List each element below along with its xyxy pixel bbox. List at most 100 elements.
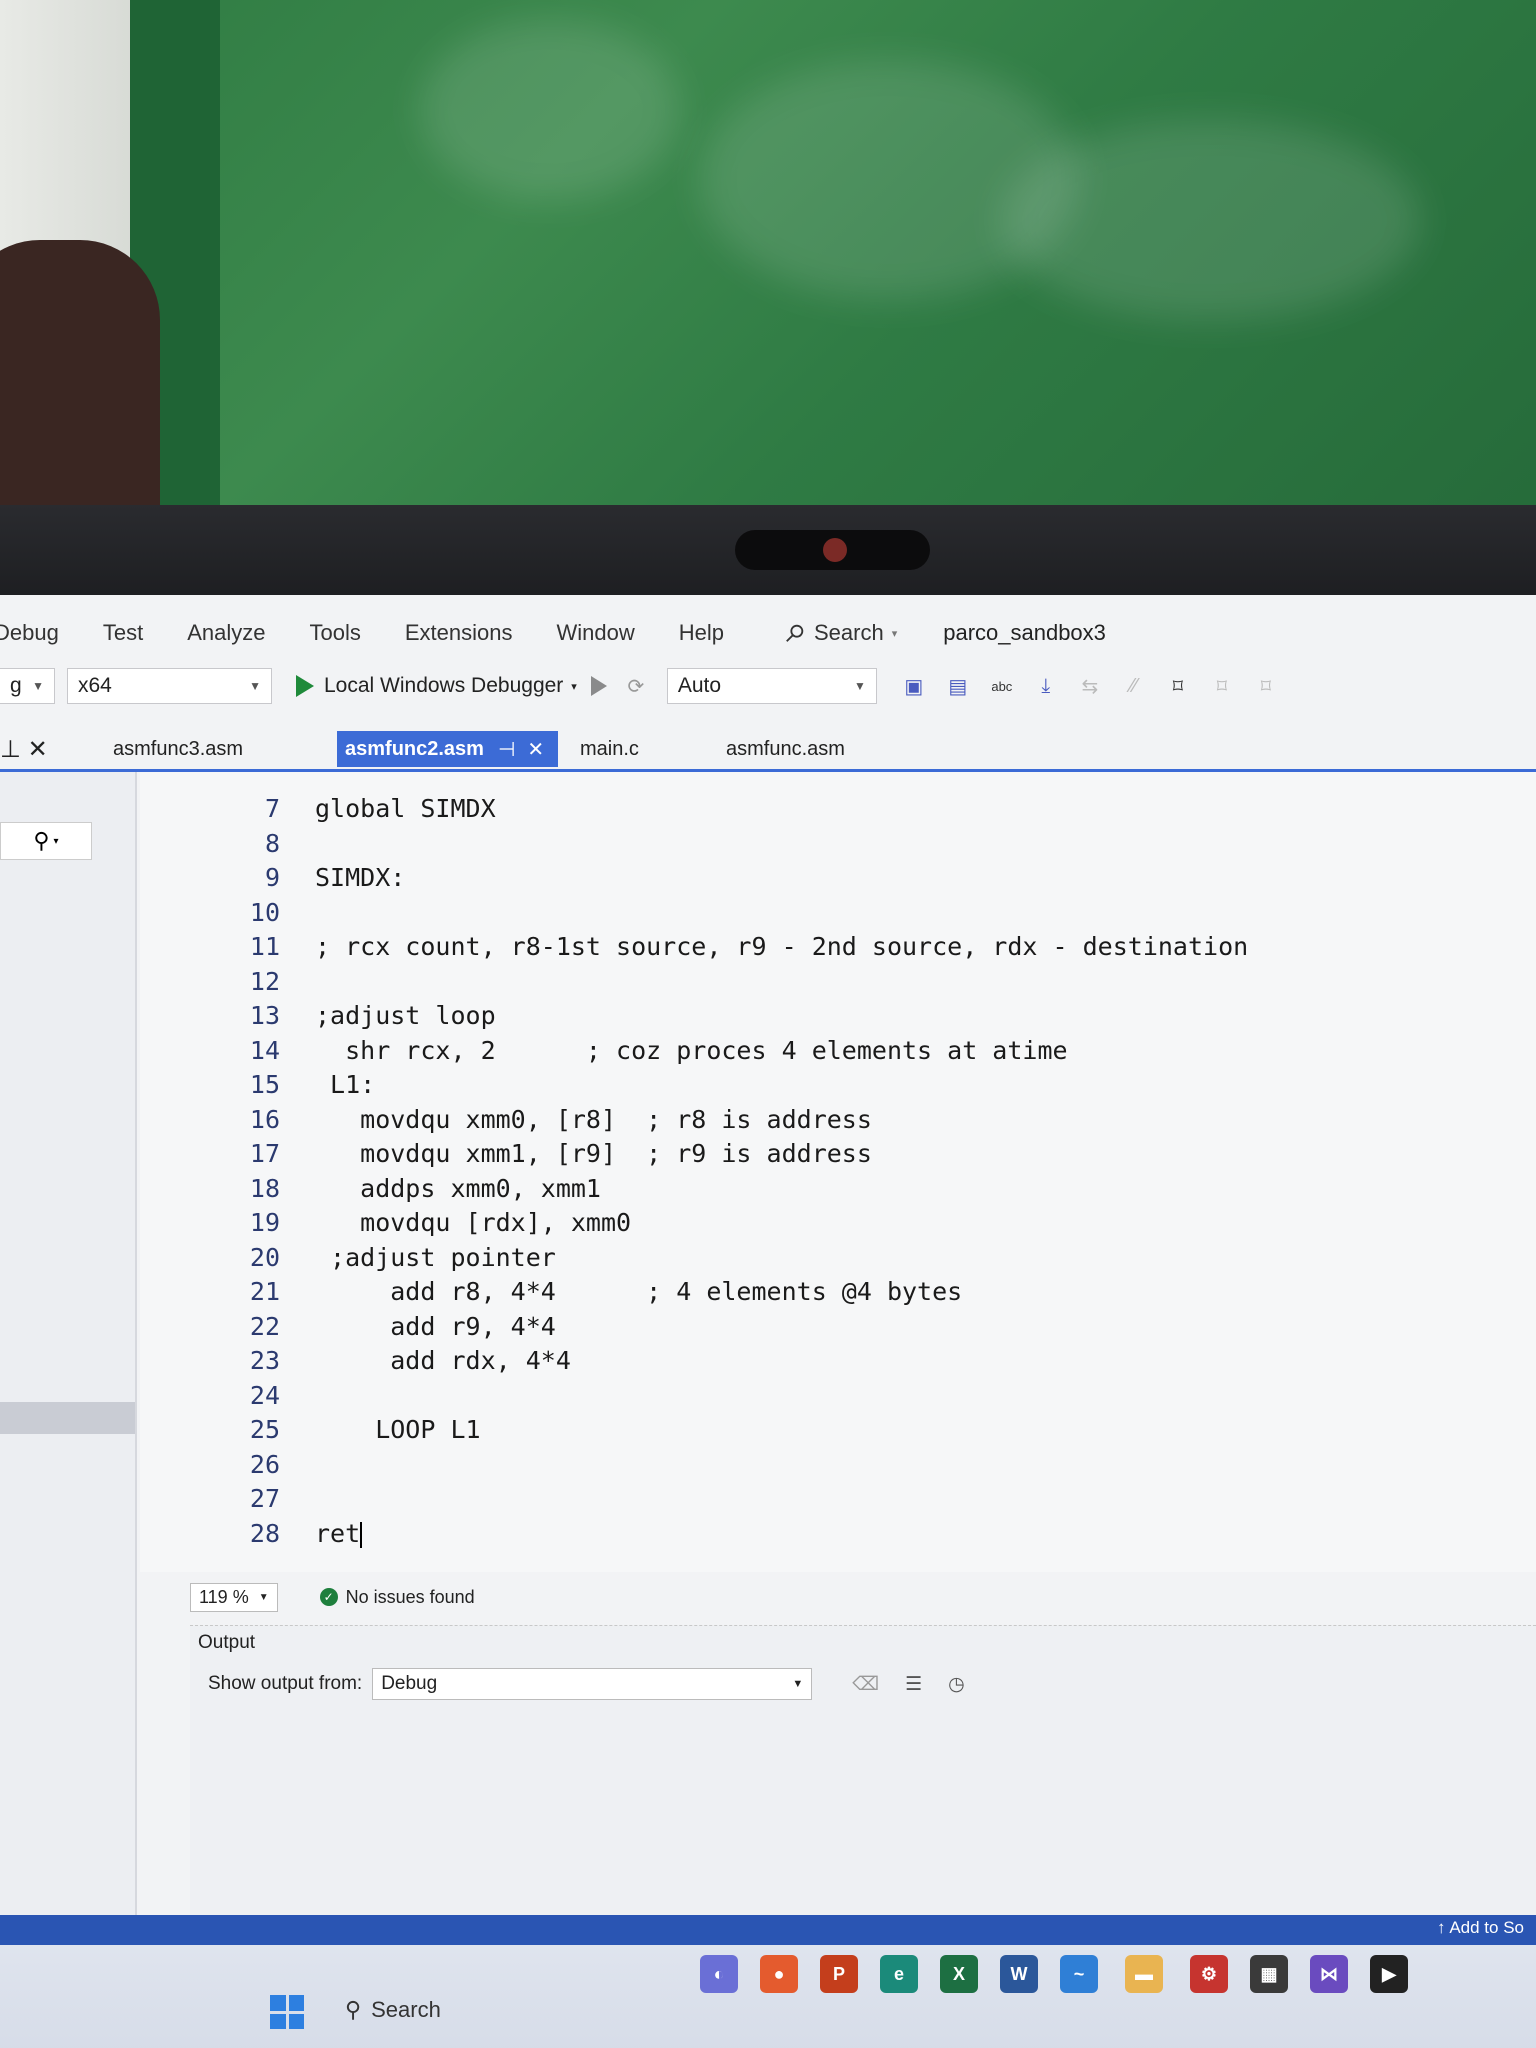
output-source-value: Debug <box>381 1673 438 1694</box>
menu-help[interactable]: Help <box>679 620 724 646</box>
bookmark-prev-icon[interactable]: ⌑ <box>1209 673 1235 699</box>
excel-icon[interactable]: X <box>940 1955 978 1993</box>
code-line[interactable] <box>315 1379 1248 1414</box>
auto-dropdown[interactable]: Auto ▼ <box>666 668 877 704</box>
code-line[interactable] <box>315 1448 1248 1483</box>
bookmark-next-icon[interactable]: ⌑ <box>1253 673 1279 699</box>
code-line[interactable] <box>315 827 1248 862</box>
tab-label: asmfunc3.asm <box>113 737 244 760</box>
line-number: 28 <box>249 1518 280 1548</box>
search-box[interactable]: Search ▾ <box>784 620 897 646</box>
search-icon: ⚲ <box>33 828 50 853</box>
code-line[interactable] <box>315 965 1248 1000</box>
word-icon[interactable]: W <box>1000 1955 1038 1993</box>
code-line[interactable]: ;adjust loop <box>315 999 1248 1034</box>
debugger-button[interactable]: Local Windows Debugger <box>324 674 563 698</box>
code-line[interactable]: SIMDX: <box>315 861 1248 896</box>
add-to-source-control[interactable]: ↑ Add to So <box>1437 1918 1524 1938</box>
zoom-dropdown[interactable]: 119 % ▼ <box>190 1582 278 1612</box>
pin-icon[interactable]: ⊣ <box>498 737 515 762</box>
code-line[interactable]: add r8, 4*4 ; 4 elements @4 bytes <box>315 1275 1248 1310</box>
code-line[interactable]: add rdx, 4*4 <box>315 1344 1248 1379</box>
chevron-down-icon: ▾ <box>891 627 898 640</box>
start-debugging-icon[interactable] <box>296 675 314 697</box>
teams-icon[interactable]: ◐ <box>700 1955 738 1993</box>
tab-asmfunc[interactable]: asmfunc.asm <box>718 731 853 767</box>
menu-test[interactable]: Test <box>103 620 143 646</box>
chalk-smudge <box>420 20 680 200</box>
tab-asmfunc3[interactable]: asmfunc3.asm <box>105 731 251 767</box>
document-tabstrip: ⊥ ✕ asmfunc3.asm asmfunc2.asm ⊣ ✕ main.c… <box>0 725 1536 772</box>
edge-icon[interactable]: e <box>880 1955 918 1993</box>
code-line[interactable]: ret <box>315 1517 1248 1552</box>
code-line[interactable]: ;adjust pointer <box>315 1241 1248 1276</box>
chart-app-icon[interactable]: ~ <box>1060 1955 1098 1993</box>
menu-debug[interactable]: Debug <box>0 620 59 646</box>
panel-search-button[interactable]: ⚲ ▾ <box>0 822 92 860</box>
platform-dropdown[interactable]: x64 ▼ <box>67 668 272 704</box>
clear-output-icon[interactable]: ⌫ <box>852 1673 879 1696</box>
start-without-debugging-icon[interactable] <box>590 676 607 696</box>
menu-analyze[interactable]: Analyze <box>187 620 265 646</box>
terminal-icon[interactable]: ▶ <box>1370 1955 1408 1993</box>
spell-check-label: abc <box>991 678 1013 694</box>
step-icon[interactable]: ⤓ <box>1033 673 1059 699</box>
chevron-down-icon: ▼ <box>249 679 261 693</box>
issues-status[interactable]: No issues found <box>346 1587 475 1608</box>
code-line[interactable]: LOOP L1 <box>315 1413 1248 1448</box>
configuration-dropdown[interactable]: g ▼ <box>0 668 55 704</box>
windows-start-icon[interactable] <box>270 1995 304 2029</box>
tab-main-c[interactable]: main.c <box>572 731 647 767</box>
code-line[interactable]: ; rcx count, r8-1st source, r9 - 2nd sou… <box>315 930 1248 965</box>
editor-status-bar: 119 % ▼ ✓ No issues found <box>190 1580 1536 1614</box>
code-line[interactable]: movdqu [rdx], xmm0 <box>315 1206 1248 1241</box>
bookmark-icon[interactable]: ⌑ <box>1165 673 1191 699</box>
auto-value: Auto <box>677 674 722 697</box>
settings-app-icon[interactable]: ⚙ <box>1190 1955 1228 1993</box>
menu-window[interactable]: Window <box>556 620 634 646</box>
wrap-icon[interactable]: ☰ <box>905 1673 922 1696</box>
folder-search-icon[interactable]: ▣ <box>901 673 927 699</box>
line-number: 22 <box>249 1311 280 1341</box>
window-layout-icon[interactable]: ▤ <box>945 673 971 699</box>
line-number: 7 <box>264 794 280 823</box>
visual-studio-icon[interactable]: ⋈ <box>1310 1955 1348 1993</box>
code-editor[interactable]: 7 8 9 10 11 12 13 14 15 16 17 18 19 20 21 22 23 24 25 26 27 2… <box>140 772 1536 1572</box>
code-line[interactable]: addps xmm0, xmm1 <box>315 1172 1248 1207</box>
powerpoint-icon[interactable]: P <box>820 1955 858 1993</box>
code-area[interactable]: global SIMDX SIMDX: ; rcx count, r8-1st so… <box>315 792 1248 1551</box>
line-number-gutter: 7 8 9 10 11 12 13 14 15 16 17 18 19 20 21 22 23 24 25 26 27 2… <box>210 792 280 1551</box>
selected-tree-item[interactable] <box>0 1402 135 1434</box>
spell-check-icon[interactable]: abc <box>989 673 1015 699</box>
tab-label: asmfunc.asm <box>726 737 845 760</box>
code-line[interactable]: movdqu xmm1, [r9] ; r9 is address <box>315 1137 1248 1172</box>
comment-icon[interactable]: ⁄⁄ <box>1121 673 1147 699</box>
menu-tools[interactable]: Tools <box>309 620 360 646</box>
search-icon: ⚲ <box>345 1997 362 2022</box>
code-line[interactable]: L1: <box>315 1068 1248 1103</box>
format-icon[interactable]: ⇆ <box>1077 673 1103 699</box>
close-icon[interactable]: ✕ <box>28 736 48 763</box>
menu-extensions[interactable]: Extensions <box>405 620 513 646</box>
file-explorer-icon[interactable]: ▬ <box>1125 1955 1163 1993</box>
code-line[interactable]: add r9, 4*4 <box>315 1310 1248 1345</box>
code-line[interactable]: global SIMDX <box>315 792 1248 827</box>
output-source-dropdown[interactable]: Debug ▼ <box>372 1668 813 1700</box>
code-line[interactable]: shr rcx, 2 ; coz proces 4 elements at at… <box>315 1034 1248 1069</box>
store-icon[interactable]: ▦ <box>1250 1955 1288 1993</box>
search-label: Search <box>813 620 884 645</box>
line-number: 24 <box>249 1380 280 1410</box>
pin-icon[interactable]: ⊥ <box>0 736 21 763</box>
platform-value: x64 <box>78 674 112 697</box>
taskbar-search[interactable]: ⚲ Search <box>345 1997 441 2023</box>
person-silhouette <box>0 240 160 520</box>
code-line[interactable]: movdqu xmm0, [r8] ; r8 is address <box>315 1103 1248 1138</box>
clock-icon[interactable]: ◷ <box>948 1673 965 1696</box>
code-line[interactable] <box>315 1482 1248 1517</box>
tab-asmfunc2-active[interactable]: asmfunc2.asm ⊣ ✕ <box>337 731 559 767</box>
code-line[interactable] <box>315 896 1248 931</box>
close-icon[interactable]: ✕ <box>527 737 544 762</box>
refresh-icon[interactable]: ⟳ <box>623 673 649 699</box>
chevron-down-icon[interactable]: ▾ <box>571 680 577 693</box>
firefox-icon[interactable]: ● <box>760 1955 798 1993</box>
